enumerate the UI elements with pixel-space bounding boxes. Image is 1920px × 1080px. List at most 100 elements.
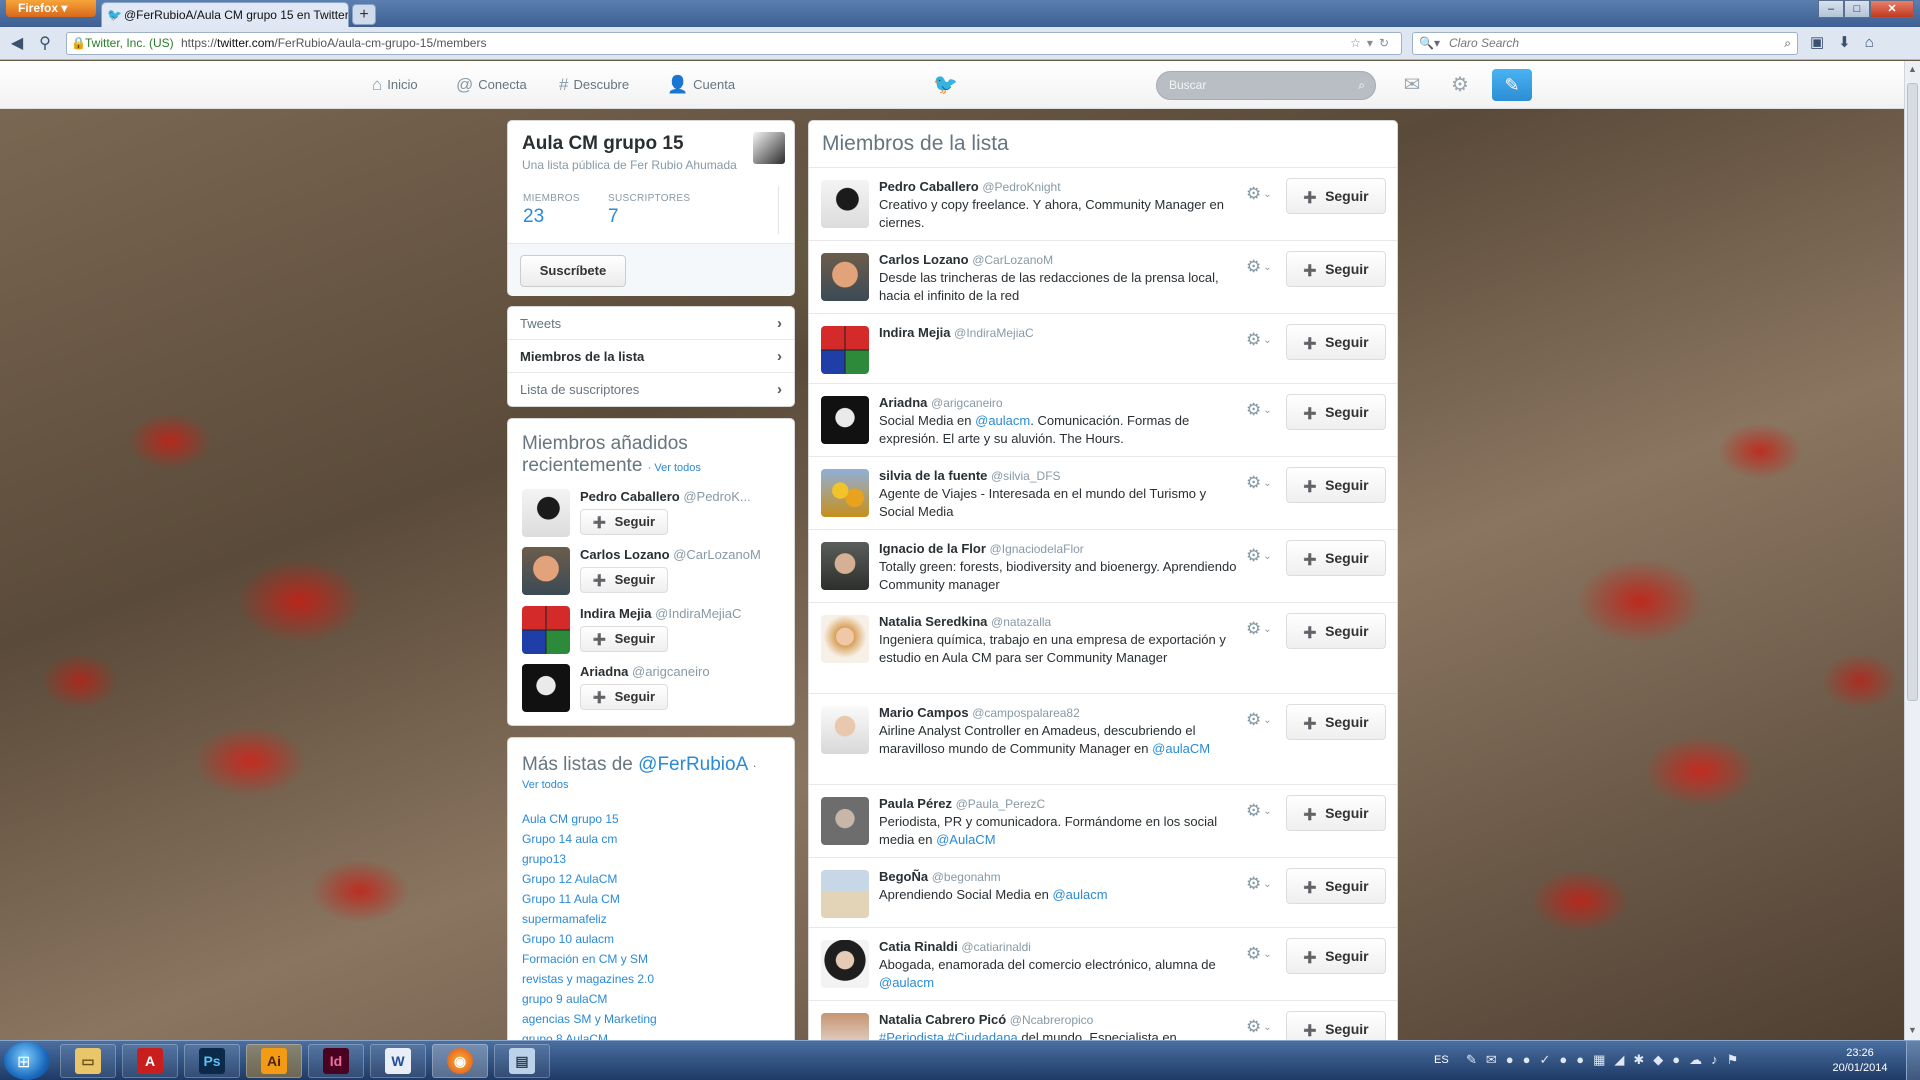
list-link[interactable]: supermamafeliz bbox=[522, 912, 607, 926]
list-title[interactable]: Aula CM grupo 15 bbox=[522, 133, 684, 155]
more-lists-view-all-link[interactable]: Ver todos bbox=[522, 779, 568, 791]
recent-member-name[interactable]: Indira Mejia @IndiraMejiaC bbox=[580, 606, 787, 621]
follow-button[interactable]: ➕ Seguir bbox=[1286, 704, 1386, 740]
taskbar-window-preview[interactable]: ▤ bbox=[494, 1044, 550, 1078]
user-actions-gear-icon[interactable]: ⚙ ⌄ bbox=[1246, 874, 1272, 894]
avatar[interactable] bbox=[522, 606, 570, 654]
compose-tweet-button[interactable]: ✎ bbox=[1492, 69, 1532, 101]
language-indicator[interactable]: ES bbox=[1434, 1054, 1449, 1066]
owner-avatar[interactable] bbox=[753, 132, 785, 164]
avatar[interactable] bbox=[821, 326, 869, 374]
follow-button[interactable]: ➕ Seguir bbox=[580, 626, 668, 652]
member-name[interactable]: Ignacio de la Flor bbox=[879, 541, 986, 556]
taskbar-photoshop[interactable]: Ps bbox=[184, 1044, 240, 1078]
user-actions-gear-icon[interactable]: ⚙ ⌄ bbox=[1246, 710, 1272, 730]
avatar[interactable] bbox=[821, 1013, 869, 1040]
follow-button[interactable]: ➕ Seguir bbox=[1286, 394, 1386, 430]
list-link[interactable]: Grupo 11 Aula CM bbox=[522, 892, 620, 906]
follow-button[interactable]: ➕ Seguir bbox=[1286, 795, 1386, 831]
bio-link[interactable]: @AulaCM bbox=[936, 832, 995, 847]
member-handle[interactable]: @begonahm bbox=[932, 870, 1001, 884]
taskbar-acrobat[interactable]: A bbox=[122, 1044, 178, 1078]
scroll-up-arrow-icon[interactable]: ▲ bbox=[1908, 64, 1917, 74]
follow-button[interactable]: ➕ Seguir bbox=[1286, 938, 1386, 974]
member-handle[interactable]: @CarLozanoM bbox=[972, 253, 1053, 267]
list-nav-members[interactable]: Miembros de la lista › bbox=[508, 340, 794, 373]
member-handle[interactable]: @Paula_PerezC bbox=[956, 797, 1046, 811]
user-actions-gear-icon[interactable]: ⚙ ⌄ bbox=[1246, 184, 1272, 204]
avatar[interactable] bbox=[821, 180, 869, 228]
browser-tab[interactable]: 🐦 @FerRubioA/Aula CM grupo 15 en Twitter bbox=[101, 2, 349, 27]
nav-discover[interactable]: # Descubre bbox=[559, 61, 629, 109]
twitter-search-input[interactable]: Buscar ⌕ bbox=[1156, 71, 1376, 100]
follow-button[interactable]: ➕ Seguir bbox=[1286, 613, 1386, 649]
avatar[interactable] bbox=[821, 940, 869, 988]
member-name[interactable]: Natalia Seredkina bbox=[879, 614, 987, 629]
user-actions-gear-icon[interactable]: ⚙ ⌄ bbox=[1246, 546, 1272, 566]
user-actions-gear-icon[interactable]: ⚙ ⌄ bbox=[1246, 330, 1272, 350]
nav-connect[interactable]: @ Conecta bbox=[456, 61, 527, 109]
search-icon[interactable]: ⌕ bbox=[1784, 33, 1791, 54]
list-link[interactable]: Grupo 14 aula cm bbox=[522, 832, 617, 846]
follow-button[interactable]: ➕ Seguir bbox=[1286, 1011, 1386, 1040]
follow-button[interactable]: ➕ Seguir bbox=[580, 684, 668, 710]
search-engine-icon[interactable]: 🔍▾ bbox=[1419, 33, 1440, 54]
system-clock[interactable]: 23:26 20/01/2014 bbox=[1818, 1046, 1902, 1076]
member-name[interactable]: Indira Mejia bbox=[879, 325, 951, 340]
nav-account[interactable]: 👤 Cuenta bbox=[667, 61, 735, 109]
member-handle[interactable]: @IndiraMejiaC bbox=[954, 326, 1034, 340]
maximize-button[interactable]: □ bbox=[1844, 0, 1870, 18]
follow-button[interactable]: ➕ Seguir bbox=[1286, 467, 1386, 503]
page-scrollbar[interactable]: ▲ ▼ bbox=[1904, 61, 1920, 1040]
user-actions-gear-icon[interactable]: ⚙ ⌄ bbox=[1246, 944, 1272, 964]
wrench-icon[interactable]: ⚲ bbox=[34, 33, 56, 55]
avatar[interactable] bbox=[522, 547, 570, 595]
recent-view-all-link[interactable]: · Ver todos bbox=[648, 462, 701, 474]
recent-member-name[interactable]: Carlos Lozano @CarLozanoM bbox=[580, 547, 787, 562]
member-name[interactable]: Pedro Caballero bbox=[879, 179, 979, 194]
bio-link[interactable]: #Periodista bbox=[879, 1030, 944, 1040]
members-stat-count[interactable]: 23 bbox=[523, 206, 544, 228]
follow-button[interactable]: ➕ Seguir bbox=[1286, 324, 1386, 360]
url-bar-icons[interactable]: ☆▾↻ bbox=[1350, 33, 1395, 54]
start-button[interactable]: ⊞ bbox=[4, 1042, 50, 1080]
new-tab-button[interactable]: + bbox=[352, 4, 376, 25]
avatar[interactable] bbox=[522, 664, 570, 712]
follow-button[interactable]: ➕ Seguir bbox=[1286, 178, 1386, 214]
member-name[interactable]: BegoÑa bbox=[879, 869, 928, 884]
taskbar-firefox[interactable]: ◉ bbox=[432, 1044, 488, 1078]
bio-link[interactable]: #Ciudadana bbox=[948, 1030, 1018, 1040]
tray-icons[interactable]: ✎✉●●✓●●▦◢✱◆●☁♪⚑ bbox=[1466, 1052, 1747, 1068]
search-icon[interactable]: ⌕ bbox=[1358, 72, 1365, 99]
list-link[interactable]: Grupo 10 aulacm bbox=[522, 932, 614, 946]
avatar[interactable] bbox=[522, 489, 570, 537]
bio-link[interactable]: @aulaCM bbox=[1152, 741, 1210, 756]
user-actions-gear-icon[interactable]: ⚙ ⌄ bbox=[1246, 801, 1272, 821]
member-name[interactable]: Paula Pérez bbox=[879, 796, 952, 811]
member-name[interactable]: Ariadna bbox=[879, 395, 927, 410]
scrollbar-thumb[interactable] bbox=[1907, 83, 1918, 701]
follow-button[interactable]: ➕ Seguir bbox=[580, 509, 668, 535]
avatar[interactable] bbox=[821, 469, 869, 517]
taskbar-explorer[interactable]: ▭ bbox=[60, 1044, 116, 1078]
avatar[interactable] bbox=[821, 396, 869, 444]
minimize-button[interactable]: – bbox=[1818, 0, 1844, 18]
avatar[interactable] bbox=[821, 706, 869, 754]
user-actions-gear-icon[interactable]: ⚙ ⌄ bbox=[1246, 400, 1272, 420]
browser-search-box[interactable]: 🔍▾ Claro Search ⌕ bbox=[1412, 32, 1798, 55]
member-name[interactable]: silvia de la fuente bbox=[879, 468, 987, 483]
subscribers-stat-count[interactable]: 7 bbox=[608, 206, 619, 228]
user-actions-gear-icon[interactable]: ⚙ ⌄ bbox=[1246, 473, 1272, 493]
site-identity[interactable]: 🔒 Twitter, Inc. (US) bbox=[71, 33, 174, 54]
member-name[interactable]: Carlos Lozano bbox=[879, 252, 969, 267]
follow-button[interactable]: ➕ Seguir bbox=[1286, 540, 1386, 576]
list-link[interactable]: grupo 8 AulaCM bbox=[522, 1032, 608, 1040]
follow-button[interactable]: ➕ Seguir bbox=[580, 567, 668, 593]
avatar[interactable] bbox=[821, 870, 869, 918]
gear-icon[interactable]: ⚙ bbox=[1446, 71, 1474, 99]
member-name[interactable]: Natalia Cabrero Picó bbox=[879, 1012, 1006, 1027]
close-window-button[interactable]: ✕ bbox=[1870, 0, 1914, 18]
list-link[interactable]: Grupo 12 AulaCM bbox=[522, 872, 617, 886]
firefox-menu-button[interactable]: Firefox ▾ bbox=[6, 0, 96, 17]
avatar[interactable] bbox=[821, 253, 869, 301]
